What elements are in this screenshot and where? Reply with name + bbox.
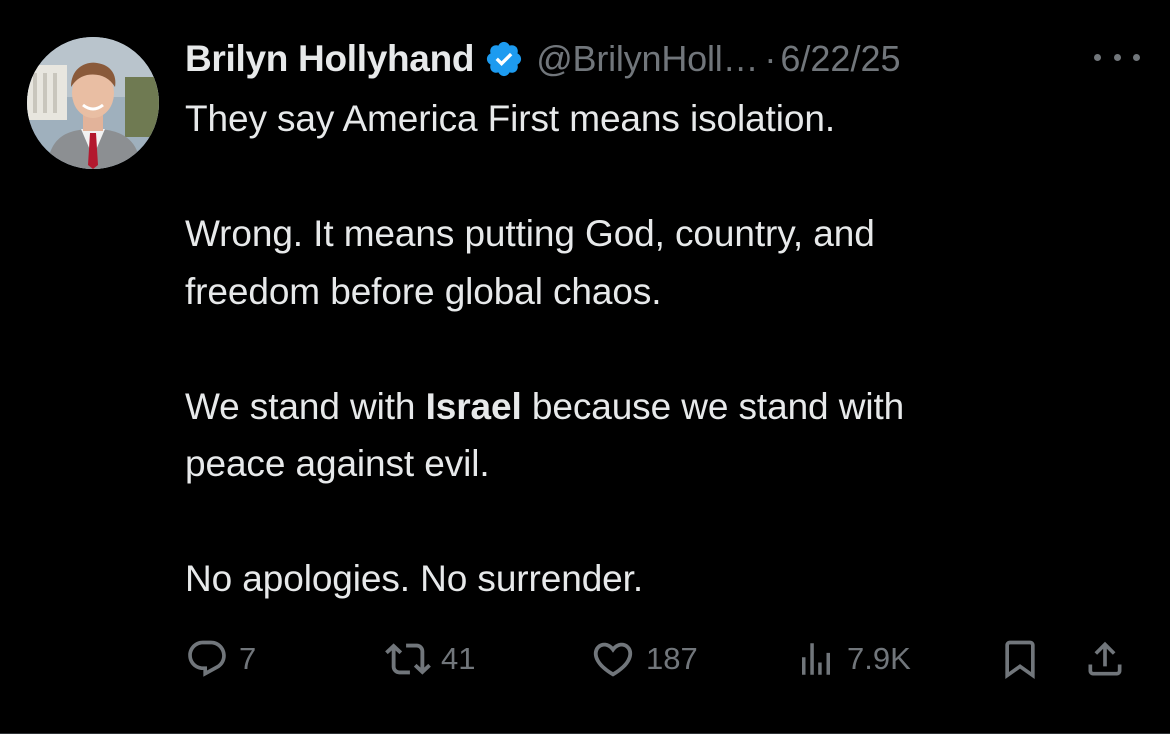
more-dot [1133,53,1140,61]
share-button[interactable] [1083,632,1127,686]
retweet-button[interactable]: 41 [385,632,475,686]
tweet-line: No apologies. No surrender. [185,558,644,599]
views-button[interactable]: 7.9K [795,632,911,686]
views-bar-chart-icon [802,643,830,675]
author-display-name[interactable]: Brilyn Hollyhand [185,38,474,80]
author-handle[interactable]: @BrilynHoll… [536,38,758,80]
more-dot [1113,53,1121,61]
tweet-line: We stand with Israel because we stand wi… [185,378,1135,436]
tweet-line: freedom before global chaos. [185,270,662,312]
avatar[interactable] [27,37,159,169]
tweet-date[interactable]: 6/22/25 [780,38,900,80]
reply-button[interactable]: 7 [185,632,256,686]
more-options-icon[interactable] [1094,44,1140,70]
tweet[interactable]: Brilyn Hollyhand @BrilynHoll… · 6/22/25 … [0,0,1170,734]
bookmark-button[interactable] [998,632,1042,686]
header-separator: · [764,38,777,79]
tweet-header: Brilyn Hollyhand @BrilynHoll… · 6/22/25 [185,34,901,84]
tweet-text-fragment: We stand with [185,385,426,427]
retweet-icon [385,643,431,675]
views-count: 7.9K [847,641,911,676]
like-count: 187 [646,641,698,676]
reply-count: 7 [239,641,257,676]
retweet-count: 41 [441,641,476,676]
tweet-line: Wrong. It means putting God, country, an… [185,213,875,254]
tweet-actions: 7 41 187 7.9K [185,632,1140,686]
bookmark-icon [1005,640,1035,680]
tweet-bold-text: Israel [425,385,522,427]
verified-badge-icon [484,39,524,79]
more-dot [1094,53,1101,61]
tweet-line: peace against evil. [185,443,490,484]
heart-icon [593,642,633,677]
tweet-text-fragment: because we stand with [521,385,905,427]
like-button[interactable]: 187 [590,632,698,686]
share-icon [1088,641,1122,676]
tweet-text: They say America First means isolation. … [185,90,1135,608]
tweet-line: They say America First means isolation. [185,98,835,139]
reply-icon [188,640,226,677]
